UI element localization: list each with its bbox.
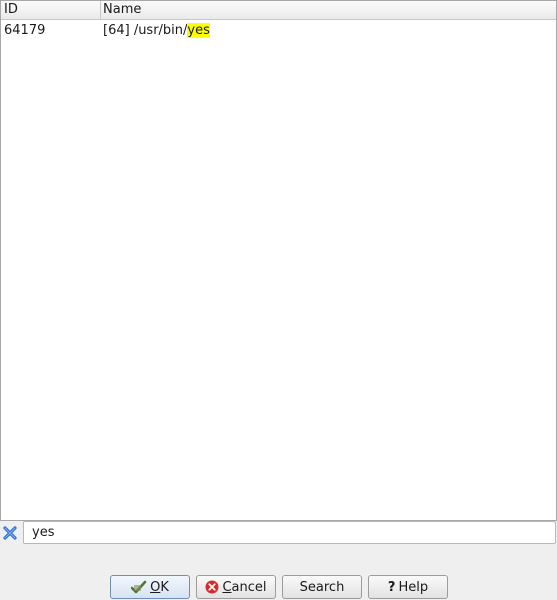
cancel-circle-icon bbox=[205, 580, 219, 594]
name-prefix: [64] /usr/bin/ bbox=[103, 23, 188, 38]
clear-x-icon[interactable] bbox=[3, 526, 17, 540]
filter-input[interactable] bbox=[23, 521, 556, 544]
cancel-button[interactable]: Cancel bbox=[196, 575, 276, 599]
question-icon: ? bbox=[387, 579, 396, 595]
cell-id: 64179 bbox=[4, 23, 46, 38]
column-header-name[interactable]: Name bbox=[101, 1, 556, 19]
table-header: ID Name bbox=[1, 1, 556, 20]
cell-name: [64] /usr/bin/yes bbox=[101, 20, 556, 42]
results-table[interactable]: ID Name 64179 [64] /usr/bin/yes bbox=[0, 0, 557, 521]
help-button[interactable]: ? Help bbox=[368, 575, 448, 599]
ok-button[interactable]: OK bbox=[110, 575, 190, 599]
checkmark-icon bbox=[131, 580, 147, 594]
name-match-highlight: yes bbox=[187, 23, 210, 38]
ok-label: OK bbox=[150, 579, 169, 595]
table-row[interactable]: 64179 [64] /usr/bin/yes bbox=[1, 20, 556, 42]
column-header-id[interactable]: ID bbox=[1, 1, 101, 19]
filter-bar bbox=[0, 521, 557, 545]
help-label: Help bbox=[398, 579, 429, 595]
cancel-label: Cancel bbox=[222, 579, 267, 595]
search-button[interactable]: Search bbox=[282, 575, 362, 599]
